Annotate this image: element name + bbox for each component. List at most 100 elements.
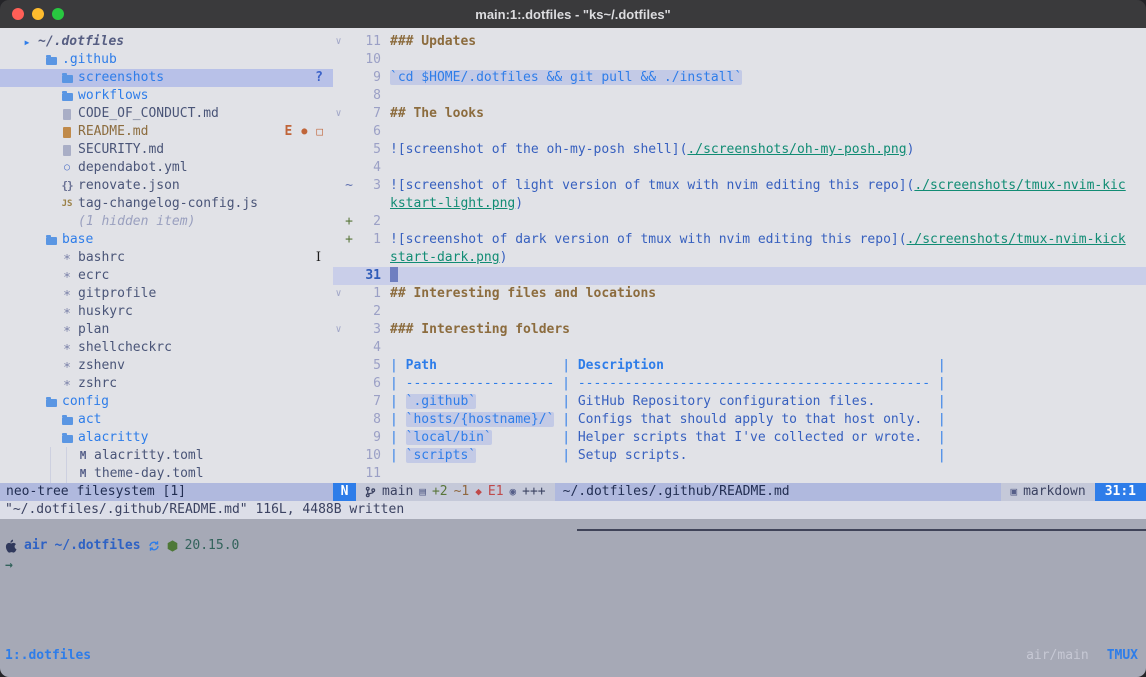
tree-item-label: bashrc: [78, 249, 125, 267]
tree-item-.dotfiles[interactable]: ▸~/.dotfiles: [0, 33, 333, 51]
tree-item-dependabot.yml[interactable]: ○dependabot.yml: [0, 159, 333, 177]
fold-open-icon[interactable]: ∨: [333, 285, 344, 303]
tree-item-security.md[interactable]: SECURITY.md: [0, 141, 333, 159]
editor-line[interactable]: 10: [333, 51, 1146, 69]
tree-item-workflows[interactable]: workflows: [0, 87, 333, 105]
editor-line[interactable]: 8: [333, 87, 1146, 105]
prompt-host: air: [24, 537, 47, 555]
line-text: [390, 213, 1146, 231]
diagnostics-icon: ◆: [475, 483, 482, 501]
syntax-segment-t: ![screenshot of light version of tmux wi…: [390, 178, 914, 193]
js-icon: JS: [60, 195, 74, 213]
tree-item-readme.md[interactable]: README.mdE●□: [0, 123, 333, 141]
tree-item-shellcheckrc[interactable]: ∗shellcheckrc: [0, 339, 333, 357]
editor-line[interactable]: ∨1## Interesting files and locations: [333, 285, 1146, 303]
fold-open-icon[interactable]: ∨: [333, 33, 344, 51]
line-text: | `scripts` | Setup scripts. |: [390, 447, 1146, 465]
editor-line[interactable]: 5![screenshot of the oh-my-posh shell](.…: [333, 141, 1146, 159]
editor-line[interactable]: 4: [333, 159, 1146, 177]
tree-item-config[interactable]: config: [0, 393, 333, 411]
folder-icon: [60, 415, 74, 425]
tree-item-ecrc[interactable]: ∗ecrc: [0, 267, 333, 285]
fold-column: [333, 69, 344, 87]
prompt-arrow[interactable]: →: [5, 557, 13, 575]
close-button[interactable]: [12, 8, 24, 20]
line-text: | `hosts/{hostname}/` | Configs that sho…: [390, 411, 1146, 429]
editor-line[interactable]: 2: [333, 303, 1146, 321]
editor-line[interactable]: 6: [333, 123, 1146, 141]
sign-column: [344, 447, 354, 465]
line-number: 5: [354, 141, 381, 159]
tree-item-.github[interactable]: .github: [0, 51, 333, 69]
tree-item-bashrc[interactable]: ∗bashrcI: [0, 249, 333, 267]
statusline-left: main ▤ +2 ~1 ◆ E1 ◉ +++: [356, 483, 555, 501]
sign-column: [344, 105, 354, 123]
tmux-window-name[interactable]: 1:.dotfiles: [5, 647, 91, 665]
syntax-segment-p: |: [938, 430, 946, 445]
line-number: 3: [354, 321, 381, 339]
star-icon: ∗: [60, 339, 74, 357]
syntax-segment-p: |: [562, 358, 578, 373]
zoom-button[interactable]: [52, 8, 64, 20]
editor-line[interactable]: kstart-light.png): [333, 195, 1146, 213]
tree-item-label: alacritty: [78, 429, 148, 447]
syntax-segment-t: [476, 394, 562, 409]
editor-line[interactable]: 11: [333, 465, 1146, 483]
tree-item-label: base: [62, 231, 93, 249]
syntax-segment-u: ./screenshots/tmux-nvim-kic: [914, 178, 1125, 193]
fold-open-icon[interactable]: ∨: [333, 105, 344, 123]
star-icon: ∗: [60, 303, 74, 321]
sign-column: [344, 303, 354, 321]
syntax-segment-t: Configs that should apply to that host o…: [578, 412, 938, 427]
status-line: neo-tree filesystem [1] N main ▤ +2 ~1 ◆…: [0, 483, 1146, 501]
fold-open-icon[interactable]: ∨: [333, 321, 344, 339]
syntax-segment-code: `hosts/{hostname}/`: [406, 412, 555, 427]
editor-line[interactable]: +2: [333, 213, 1146, 231]
editor-line[interactable]: start-dark.png): [333, 249, 1146, 267]
editor-line[interactable]: ∨7## The looks: [333, 105, 1146, 123]
tree-item-zshrc[interactable]: ∗zshrc: [0, 375, 333, 393]
editor-line[interactable]: 10| `scripts` | Setup scripts. |: [333, 447, 1146, 465]
editor-line[interactable]: 4: [333, 339, 1146, 357]
syntax-segment-u: ./screenshots/oh-my-posh.png: [687, 142, 906, 157]
folder-icon: [44, 55, 58, 65]
tree-item-theme-day.toml[interactable]: Mtheme-day.toml: [0, 465, 333, 483]
editor-line[interactable]: 9`cd $HOME/.dotfiles && git pull && ./in…: [333, 69, 1146, 87]
git-mark-dot: ●: [301, 123, 307, 141]
tree-item-zshenv[interactable]: ∗zshenv: [0, 357, 333, 375]
tree-item-huskyrc[interactable]: ∗huskyrc: [0, 303, 333, 321]
tree-item-base[interactable]: base: [0, 231, 333, 249]
editor-line[interactable]: ∨3### Interesting folders: [333, 321, 1146, 339]
tree-item-act[interactable]: act: [0, 411, 333, 429]
tree-item-code_of_conduct.md[interactable]: CODE_OF_CONDUCT.md: [0, 105, 333, 123]
tree-item-alacritty.toml[interactable]: Malacritty.toml: [0, 447, 333, 465]
editor-line[interactable]: +1![screenshot of dark version of tmux w…: [333, 231, 1146, 249]
tree-item-renovate.json[interactable]: {}renovate.json: [0, 177, 333, 195]
tree-item-label: .github: [62, 51, 117, 69]
editor-line[interactable]: 7| `.github` | GitHub Repository configu…: [333, 393, 1146, 411]
star-icon: ∗: [60, 285, 74, 303]
syntax-segment-t: Helper scripts that I've collected or wr…: [578, 430, 938, 445]
star-icon: ∗: [60, 357, 74, 375]
tree-item-label: dependabot.yml: [78, 159, 188, 177]
file-tree: ▸~/.dotfiles.githubscreenshots?workflows…: [0, 28, 333, 483]
tree-item-1hiddenitem[interactable]: (1 hidden item): [0, 213, 333, 231]
syntax-segment-u: ./screenshots/tmux-nvim-kick: [907, 232, 1126, 247]
hunks-count: +++: [522, 483, 545, 501]
tree-item-gitprofile[interactable]: ∗gitprofile: [0, 285, 333, 303]
tree-item-label: huskyrc: [78, 303, 133, 321]
tree-item-alacritty[interactable]: alacritty: [0, 429, 333, 447]
editor-line[interactable]: ∨11### Updates: [333, 33, 1146, 51]
editor-line[interactable]: 8| `hosts/{hostname}/` | Configs that sh…: [333, 411, 1146, 429]
editor-line[interactable]: 6| ------------------- | ---------------…: [333, 375, 1146, 393]
editor-cursor-line[interactable]: 31: [333, 267, 1146, 285]
minimize-button[interactable]: [32, 8, 44, 20]
editor-line[interactable]: 9| `local/bin` | Helper scripts that I'v…: [333, 429, 1146, 447]
tree-item-tag-changelog-config.js[interactable]: JStag-changelog-config.js: [0, 195, 333, 213]
tree-item-screenshots[interactable]: screenshots?: [0, 69, 333, 87]
editor-line[interactable]: 5| Path | Description |: [333, 357, 1146, 375]
tree-item-plan[interactable]: ∗plan: [0, 321, 333, 339]
line-number: 11: [354, 33, 381, 51]
syntax-segment-t: ![screenshot of dark version of tmux wit…: [390, 232, 907, 247]
editor-line[interactable]: ~3![screenshot of light version of tmux …: [333, 177, 1146, 195]
